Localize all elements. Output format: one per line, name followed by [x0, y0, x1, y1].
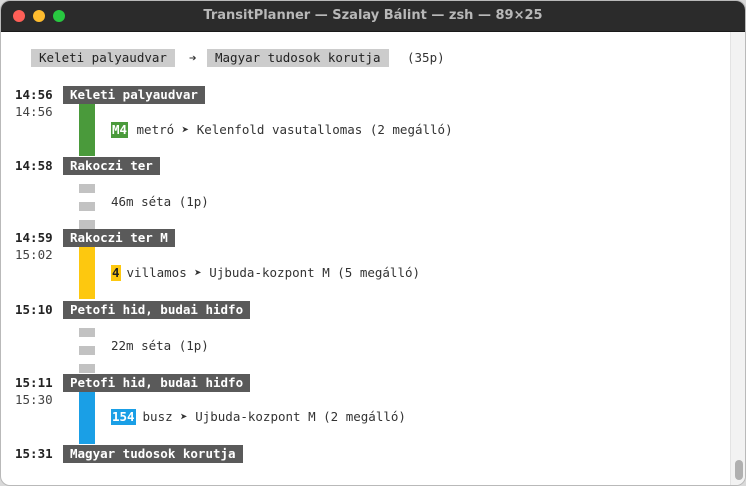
stop-arrival-time: 14:56: [15, 87, 53, 102]
leg-description: busz ➤ Ujbuda-kozpont M (2 megálló): [135, 409, 406, 424]
leg-description: villamos ➤ Ujbuda-kozpont M (5 megálló): [119, 265, 421, 280]
route-origin: Keleti palyaudvar: [31, 49, 175, 67]
walk-segment: [79, 328, 95, 337]
stop-name: Petofi hid, budai hidfo: [63, 374, 251, 392]
stop-arrival-time: 14:59: [15, 230, 53, 245]
walk-segment: [79, 364, 95, 373]
stop-name: Petofi hid, budai hidfo: [63, 301, 251, 319]
bus-line-bar: [79, 392, 95, 444]
leg-departure-time: 15:02: [15, 247, 53, 262]
line-badge-m4: M4: [111, 122, 129, 138]
leg-departure-time: 15:30: [15, 392, 53, 407]
terminal-output: Keleti palyaudvar ➔ Magyar tudosok korut…: [1, 32, 745, 485]
line-badge-bus-154: 154: [111, 409, 136, 425]
stop-arrival-time: 15:10: [15, 302, 53, 317]
leg-departure-time: 14:56: [15, 104, 53, 119]
walk-description: 22m séta (1p): [111, 338, 209, 353]
metro-line-bar: [79, 104, 95, 156]
stop-arrival-time: 14:58: [15, 158, 53, 173]
walk-segment: [79, 184, 95, 193]
title-bar: TransitPlanner — Szalay Bálint — zsh — 8…: [1, 1, 745, 32]
window-title: TransitPlanner — Szalay Bálint — zsh — 8…: [203, 8, 543, 23]
tram-line-bar: [79, 247, 95, 299]
stop-name: Rakoczi ter: [63, 157, 160, 175]
walk-segment: [79, 202, 95, 211]
terminal-window: TransitPlanner — Szalay Bálint — zsh — 8…: [0, 0, 746, 486]
stop-name: Rakoczi ter M: [63, 229, 175, 247]
stop-name: Magyar tudosok korutja: [63, 445, 243, 463]
stop-arrival-time: 15:11: [15, 375, 53, 390]
walk-description: 46m séta (1p): [111, 194, 209, 209]
scrollbar[interactable]: [730, 32, 745, 485]
stop-arrival-time: 15:31: [15, 446, 53, 461]
route-duration: (35p): [407, 50, 445, 65]
stop-name: Keleti palyaudvar: [63, 86, 205, 104]
route-destination: Magyar tudosok korutja: [207, 49, 389, 67]
route-arrow-icon: ➔: [189, 50, 197, 65]
leg-description: metró ➤ Kelenfold vasutallomas (2 megáll…: [129, 122, 453, 137]
walk-segment: [79, 220, 95, 229]
walk-segment: [79, 346, 95, 355]
scrollbar-thumb[interactable]: [735, 460, 743, 480]
